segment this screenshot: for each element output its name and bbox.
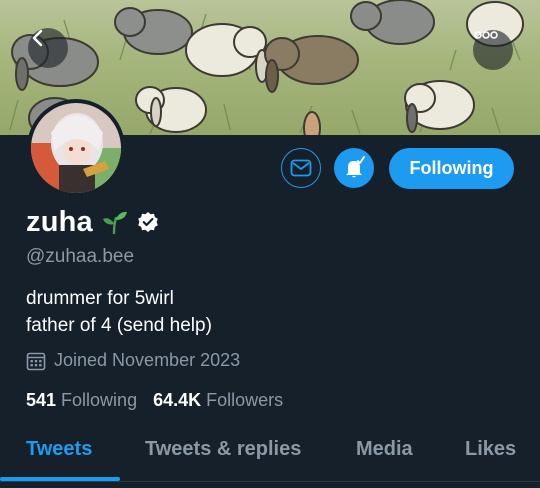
- following-label: Following: [61, 390, 138, 410]
- bio-line: father of 4 (send help): [26, 315, 212, 336]
- tab-likes[interactable]: Likes: [465, 438, 516, 461]
- avatar[interactable]: [27, 99, 125, 197]
- followers-stat[interactable]: 64.4K Followers: [153, 390, 283, 411]
- join-date: Joined November 2023: [26, 350, 240, 371]
- more-options-button[interactable]: [473, 30, 513, 70]
- calendar-icon: [26, 351, 46, 371]
- tab-tweets[interactable]: Tweets: [26, 438, 92, 461]
- handle: @zuhaa.bee: [26, 246, 135, 267]
- bell-check-icon: [346, 156, 365, 178]
- tab-media[interactable]: Media: [356, 438, 413, 461]
- more-dots-icon: [474, 31, 498, 39]
- chevron-left-icon: [32, 29, 43, 47]
- follow-stats: 541 Following 64.4K Followers: [26, 390, 299, 411]
- name-row: zuha: [26, 205, 159, 239]
- display-name: zuha: [26, 205, 93, 238]
- back-button[interactable]: [28, 28, 68, 68]
- verified-badge-icon: [137, 211, 159, 233]
- join-date-text: Joined November 2023: [54, 350, 241, 370]
- tab-tweets-replies[interactable]: Tweets & replies: [145, 438, 301, 461]
- following-button[interactable]: Following: [389, 148, 514, 189]
- followers-count: 64.4K: [153, 390, 202, 410]
- following-count: 541: [26, 390, 57, 410]
- bio: drummer for 5wirl father of 4 (send help…: [26, 285, 212, 339]
- message-button[interactable]: [281, 148, 321, 188]
- sprout-icon: [102, 210, 128, 234]
- bio-line: drummer for 5wirl: [26, 288, 174, 309]
- following-stat[interactable]: 541 Following: [26, 390, 137, 411]
- notifications-button[interactable]: [334, 148, 374, 188]
- profile-tabs: Tweets Tweets & replies Media Likes: [0, 420, 540, 482]
- envelope-icon: [290, 159, 312, 177]
- avatar-image: [31, 103, 121, 193]
- followers-label: Followers: [206, 390, 284, 410]
- tabs-divider: [0, 481, 540, 482]
